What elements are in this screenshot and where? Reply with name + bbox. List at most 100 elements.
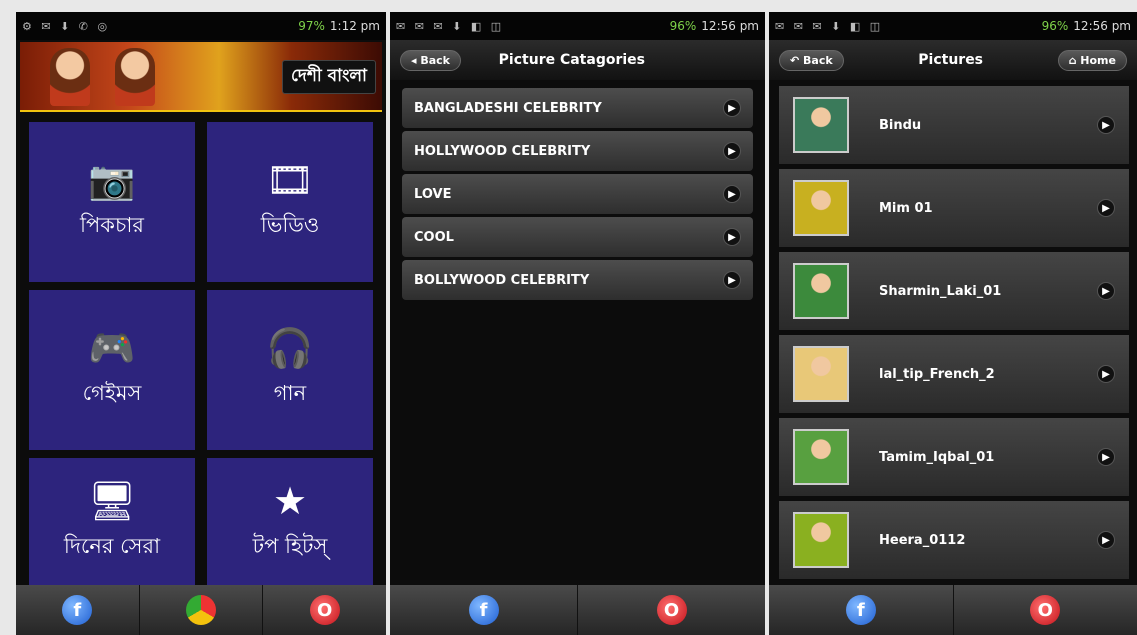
facebook-button[interactable]: f (769, 585, 954, 635)
chevron-right-icon: ▶ (723, 185, 741, 203)
picture-item[interactable]: lal_tip_French_2 ▶ (779, 335, 1129, 413)
picture-name: Mim 01 (879, 200, 933, 216)
battery-level: 97% (298, 19, 325, 33)
thumbnail (793, 512, 849, 568)
monitor-icon: 🖥 (87, 478, 137, 523)
thumbnail (793, 346, 849, 402)
tile-top-hits[interactable]: ★ টপ হিটস্ (207, 458, 373, 588)
notification-icons: ✉ ✉ ✉ ⬇ ◧ ◫ (775, 19, 884, 33)
chevron-right-icon: ▶ (1097, 531, 1115, 549)
status-bar: ✉ ✉ ✉ ⬇ ◧ ◫ 96% 12:56 pm (390, 12, 765, 40)
home-label: Home (1080, 53, 1116, 67)
tile-pictures[interactable]: 📷 পিকচার (29, 122, 195, 282)
app-title: দেশী বাংলা (282, 60, 376, 94)
menu-grid: 📷 পিকচার 🎞 ভিডিও 🎮 গেইমস 🎧 গান 🖥 দিনের স… (29, 122, 375, 588)
tile-label: গান (273, 380, 307, 405)
category-list: BANGLADESHI CELEBRITY ▶ HOLLYWOOD CELEBRI… (402, 88, 753, 300)
facebook-icon: f (845, 595, 876, 625)
battery-level: 96% (669, 19, 697, 33)
picture-name: Heera_0112 (879, 532, 966, 548)
category-item[interactable]: COOL ▶ (402, 217, 753, 257)
star-icon: ★ (272, 478, 308, 523)
page-header: ◂ Back Picture Catagories (390, 40, 765, 80)
gamepad-icon: 🎮 (88, 325, 136, 370)
back-button[interactable]: ↶ Back (779, 49, 844, 71)
category-label: BOLLYWOOD CELEBRITY (414, 272, 590, 288)
page-title: Pictures (918, 52, 984, 68)
picture-name: Sharmin_Laki_01 (879, 283, 1002, 299)
picture-list: Bindu ▶ Mim 01 ▶ Sharmin_Laki_01 ▶ lal_tip_… (779, 86, 1129, 579)
page-header: ↶ Back Pictures ⌂ Home (769, 40, 1137, 80)
clock: 1:12 pm (329, 19, 380, 33)
chevron-right-icon: ▶ (723, 228, 741, 246)
clock: 12:56 pm (1073, 19, 1131, 33)
chevron-right-icon: ▶ (723, 271, 741, 289)
bottom-bar: f O (769, 585, 1137, 635)
chevron-right-icon: ▶ (1097, 282, 1115, 300)
categories-screen: ✉ ✉ ✉ ⬇ ◧ ◫ 96% 12:56 pm ◂ Back Picture … (390, 12, 765, 635)
picture-name: Bindu (879, 117, 922, 133)
notification-icons: ⚙ ✉ ⬇ ✆ ◎ (22, 19, 111, 33)
tile-songs[interactable]: 🎧 গান (207, 290, 373, 450)
notification-icons: ✉ ✉ ✉ ⬇ ◧ ◫ (396, 19, 505, 33)
status-bar: ✉ ✉ ✉ ⬇ ◧ ◫ 96% 12:56 pm (769, 12, 1137, 40)
category-item[interactable]: BOLLYWOOD CELEBRITY ▶ (402, 260, 753, 300)
tile-label: ভিডিও (260, 212, 320, 237)
tile-best-of-day[interactable]: 🖥 দিনের সেরা (29, 458, 195, 588)
chevron-right-icon: ▶ (1097, 448, 1115, 466)
opera-button[interactable]: O (263, 585, 386, 635)
category-item[interactable]: LOVE ▶ (402, 174, 753, 214)
category-item[interactable]: HOLLYWOOD CELEBRITY ▶ (402, 131, 753, 171)
facebook-button[interactable]: f (390, 585, 578, 635)
tile-label: গেইমস (82, 380, 142, 405)
chevron-right-icon: ▶ (1097, 199, 1115, 217)
picture-name: Tamim_Iqbal_01 (879, 449, 995, 465)
bottom-bar: f O (390, 585, 765, 635)
page-title: Picture Catagories (498, 52, 645, 68)
thumbnail (793, 263, 849, 319)
picture-name: lal_tip_French_2 (879, 366, 995, 382)
category-label: BANGLADESHI CELEBRITY (414, 100, 602, 116)
picture-item[interactable]: Tamim_Iqbal_01 ▶ (779, 418, 1129, 496)
home-button[interactable]: ⌂ Home (1057, 49, 1127, 71)
film-icon: 🎞 (265, 157, 315, 202)
back-label: Back (803, 53, 833, 67)
facebook-button[interactable]: f (16, 585, 140, 635)
thumbnail (793, 97, 849, 153)
bottom-bar: f O (16, 585, 386, 635)
banner-portrait (50, 48, 90, 106)
thumbnail (793, 180, 849, 236)
app-banner: দেশী বাংলা (20, 42, 382, 112)
back-label: Back (420, 53, 451, 67)
tile-label: টপ হিটস্ (252, 533, 328, 558)
picture-item[interactable]: Mim 01 ▶ (779, 169, 1129, 247)
chevron-right-icon: ▶ (1097, 365, 1115, 383)
headphones-icon: 🎧 (266, 325, 314, 370)
camera-icon: 📷 (88, 157, 136, 202)
chevron-right-icon: ▶ (723, 142, 741, 160)
category-label: LOVE (414, 186, 452, 202)
picture-item[interactable]: Bindu ▶ (779, 86, 1129, 164)
status-bar: ⚙ ✉ ⬇ ✆ ◎ 97% 1:12 pm (16, 12, 386, 40)
facebook-icon: f (468, 595, 499, 625)
home-screen: ⚙ ✉ ⬇ ✆ ◎ 97% 1:12 pm দেশী বাংলা 📷 পিকচা… (16, 12, 386, 635)
category-label: HOLLYWOOD CELEBRITY (414, 143, 591, 159)
banner-portrait (115, 48, 155, 106)
picture-item[interactable]: Sharmin_Laki_01 ▶ (779, 252, 1129, 330)
tile-videos[interactable]: 🎞 ভিডিও (207, 122, 373, 282)
opera-button[interactable]: O (578, 585, 765, 635)
battery-level: 96% (1041, 19, 1069, 33)
opera-button[interactable]: O (954, 585, 1137, 635)
opera-icon: O (656, 595, 687, 625)
category-item[interactable]: BANGLADESHI CELEBRITY ▶ (402, 88, 753, 128)
tile-label: দিনের সেরা (63, 533, 161, 558)
chrome-button[interactable] (140, 585, 264, 635)
opera-icon: O (309, 595, 340, 625)
facebook-icon: f (62, 595, 93, 625)
picture-item[interactable]: Heera_0112 ▶ (779, 501, 1129, 579)
chevron-right-icon: ▶ (723, 99, 741, 117)
back-button[interactable]: ◂ Back (400, 49, 462, 71)
thumbnail (793, 429, 849, 485)
tile-games[interactable]: 🎮 গেইমস (29, 290, 195, 450)
opera-icon: O (1030, 595, 1061, 625)
